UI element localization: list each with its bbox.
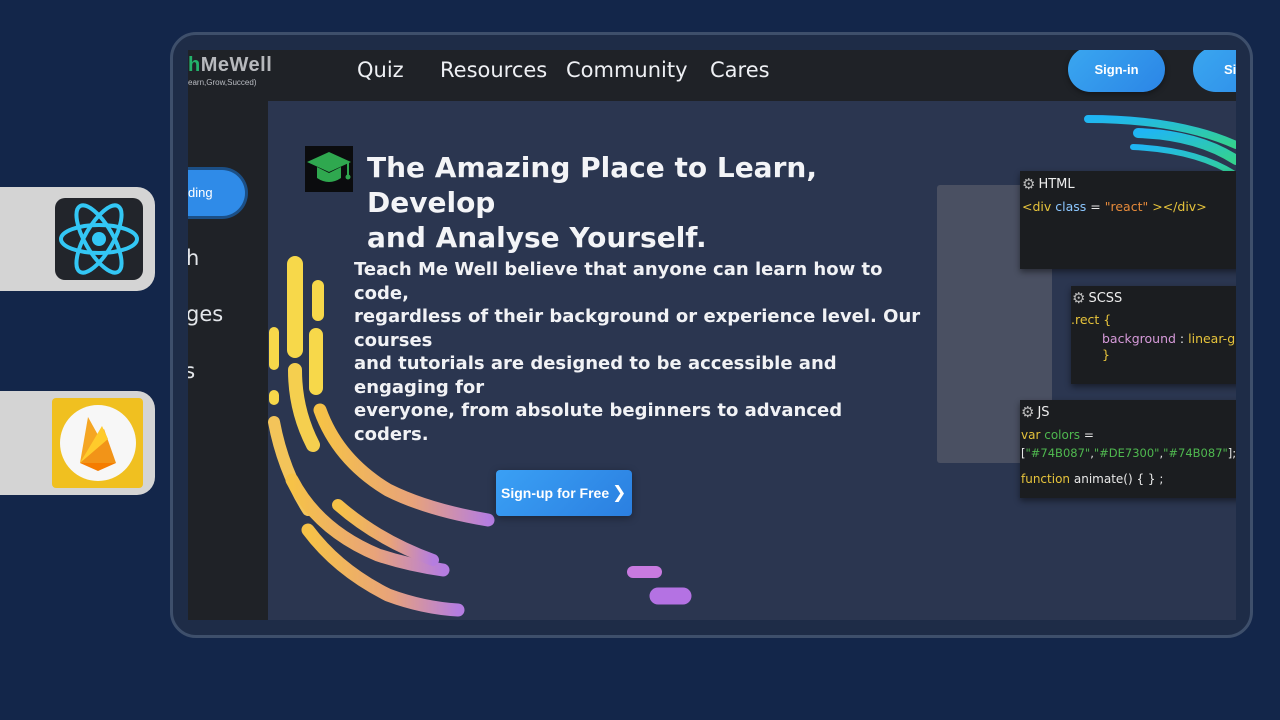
nav-link-quiz[interactable]: Quiz <box>357 58 404 82</box>
js-array-close: ]; <box>1227 446 1236 460</box>
js-title-text: JS <box>1037 404 1050 420</box>
html-attr: class <box>1055 199 1087 214</box>
scss-colon: : <box>1179 331 1185 346</box>
gear-icon: ⚙ <box>1021 403 1035 421</box>
logo-prefix: h <box>188 54 201 76</box>
html-value: "react" <box>1104 199 1149 214</box>
gear-icon: ⚙ <box>1072 289 1086 307</box>
scss-panel-title: ⚙ SCSS <box>1071 289 1236 307</box>
js-var-line: var colors = <box>1021 428 1236 442</box>
sidebar-item-3[interactable]: ts <box>188 359 195 383</box>
logo-tagline: earn,Grow,Succed) <box>188 78 257 87</box>
html-code-panel: ⚙ HTML <div class = "react" ></div> <box>1020 171 1236 269</box>
sidebar-item-1[interactable]: h <box>188 246 199 270</box>
js-color-2: "#DE7300" <box>1093 446 1160 460</box>
html-panel-title: ⚙ HTML <box>1022 175 1236 193</box>
js-var-keyword: var <box>1021 428 1041 442</box>
headline-line-1: The Amazing Place to Learn, Develop <box>367 151 817 219</box>
headline-line-2: and Analyse Yourself. <box>367 221 707 254</box>
site-logo[interactable]: hMeWell earn,Grow,Succed) <box>188 54 272 87</box>
js-code-panel: ⚙ JS var colors = ["#74B087","#DE7300","#… <box>1020 400 1236 498</box>
react-logo-icon <box>59 203 139 275</box>
logo-name: MeWell <box>200 54 273 76</box>
scss-title-text: SCSS <box>1088 290 1123 306</box>
js-color-3: "#74B087" <box>1163 446 1228 460</box>
react-badge <box>0 187 155 291</box>
nav-link-community[interactable]: Community <box>566 58 688 82</box>
html-tag-end: ></div> <box>1152 199 1207 214</box>
scss-code-panel: ⚙ SCSS .rect { background : linear-gr } <box>1071 286 1236 384</box>
hero-description: Teach Me Well believe that anyone can le… <box>354 258 924 446</box>
js-array-line: ["#74B087","#DE7300","#74B087"]; <box>1021 446 1236 460</box>
html-eq: = <box>1090 199 1101 214</box>
html-tag: <div <box>1022 199 1052 214</box>
chevron-right-icon: ❯ <box>612 483 627 502</box>
description-line: coders. <box>354 423 429 445</box>
js-function-keyword: function <box>1021 472 1071 486</box>
js-eq: = <box>1083 428 1094 442</box>
graduation-cap-icon <box>305 146 353 192</box>
firebase-logo-tile <box>52 398 143 488</box>
scss-value: linear-gr <box>1188 331 1236 346</box>
description-line: regardless of their background or experi… <box>354 306 921 351</box>
website-screen: hMeWell earn,Grow,Succed) Quiz Resources… <box>188 50 1236 620</box>
firebase-badge <box>0 391 155 495</box>
top-navbar: hMeWell earn,Grow,Succed) Quiz Resources… <box>188 50 1236 101</box>
firebase-logo-icon <box>59 405 136 481</box>
scss-prop: background <box>1102 331 1176 346</box>
html-code-line: <div class = "react" ></div> <box>1022 199 1236 214</box>
js-function-name: animate() { } ; <box>1073 472 1164 486</box>
scss-selector: .rect { <box>1071 312 1112 327</box>
nav-link-cares[interactable]: Cares <box>710 58 770 82</box>
js-panel-title: ⚙ JS <box>1021 403 1236 421</box>
nav-link-resources[interactable]: Resources <box>440 58 547 82</box>
gear-icon: ⚙ <box>1022 175 1036 193</box>
scss-close: } <box>1102 347 1110 362</box>
signup-nav-button[interactable]: Si <box>1193 50 1236 92</box>
sidebar: ding h ges ts <box>188 101 268 620</box>
description-line: everyone, from absolute beginners to adv… <box>354 400 843 421</box>
scss-prop-line: background : linear-gr <box>1071 331 1236 346</box>
html-title-text: HTML <box>1038 176 1075 192</box>
description-line: Teach Me Well believe that anyone can le… <box>354 259 883 304</box>
js-function-line: function animate() { } ; <box>1021 472 1236 486</box>
hero-headline: The Amazing Place to Learn, Develop and … <box>367 150 887 255</box>
js-var-name: colors <box>1044 428 1081 442</box>
description-line: and tutorials are designed to be accessi… <box>354 353 837 398</box>
react-logo-tile <box>55 198 143 280</box>
signup-free-button[interactable]: Sign-up for Free ❯ <box>496 470 632 516</box>
logo-text: hMeWell <box>188 54 272 77</box>
sidebar-item-2[interactable]: ges <box>188 302 223 326</box>
signin-button[interactable]: Sign-in <box>1068 50 1165 92</box>
sidebar-item-active[interactable]: ding <box>188 170 245 216</box>
signup-free-label: Sign-up for Free <box>501 485 610 501</box>
js-color-1: "#74B087" <box>1025 446 1091 460</box>
